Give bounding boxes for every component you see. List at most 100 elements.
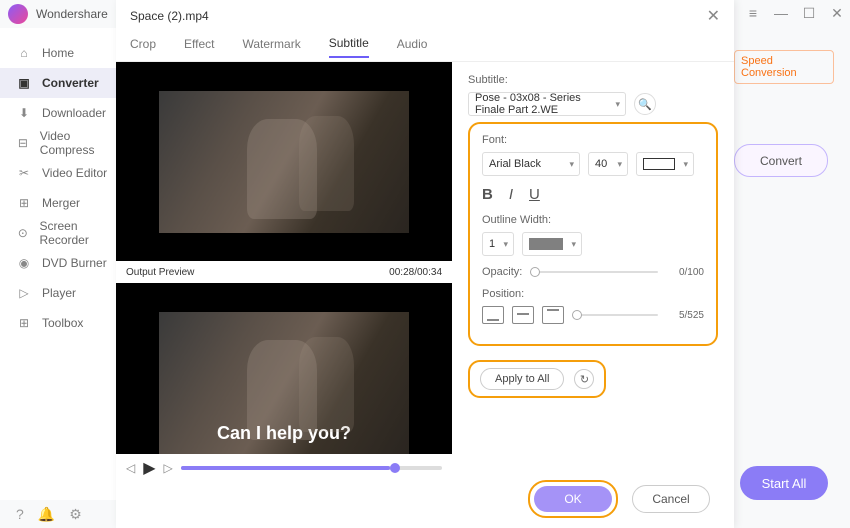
tab-crop[interactable]: Crop [130, 37, 156, 57]
position-middle-icon[interactable] [512, 306, 534, 324]
tab-effect[interactable]: Effect [184, 37, 214, 57]
video-thumbnail [159, 91, 409, 233]
font-color-swatch [643, 158, 675, 170]
sidebar-item-label: Downloader [42, 106, 106, 120]
font-size-select[interactable]: 40 [588, 152, 628, 176]
convert-button[interactable]: Convert [734, 144, 828, 177]
sidebar-item-recorder[interactable]: ⊙Screen Recorder [0, 218, 116, 248]
dvd-icon: ◉ [16, 255, 32, 271]
font-size-value: 40 [595, 158, 607, 170]
outline-width-value: 1 [489, 238, 495, 250]
sidebar-item-player[interactable]: ▷Player [0, 278, 116, 308]
dialog-buttons: OK Cancel [528, 480, 710, 518]
sidebar-item-compress[interactable]: ⊟Video Compress [0, 128, 116, 158]
subtitle-select-value: Pose - 03x08 - Series Finale Part 2.WE [475, 92, 607, 116]
ok-button[interactable]: OK [534, 486, 612, 512]
font-settings-highlight: Font: Arial Black 40 B I U Outline Width… [468, 122, 718, 346]
home-icon: ⌂ [16, 45, 32, 61]
tab-watermark[interactable]: Watermark [242, 37, 300, 57]
gear-icon[interactable]: ⚙ [69, 506, 82, 523]
preview-time: 00:28/00:34 [389, 267, 442, 278]
dialog-tabs: Crop Effect Watermark Subtitle Audio [116, 32, 734, 62]
next-frame-icon[interactable]: ▷ [164, 461, 173, 475]
tab-subtitle[interactable]: Subtitle [329, 36, 369, 58]
help-icon[interactable]: ? [16, 506, 24, 522]
bell-icon[interactable]: 🔔 [38, 506, 55, 523]
sidebar-item-converter[interactable]: ▣ Converter [0, 68, 116, 98]
sidebar-item-label: Player [42, 286, 76, 300]
progress-bar[interactable] [181, 466, 442, 470]
preview-output: Can I help you? [116, 283, 452, 482]
download-icon: ⬇ [16, 105, 32, 121]
compress-icon: ⊟ [16, 135, 30, 151]
cancel-button[interactable]: Cancel [632, 485, 710, 513]
sidebar-item-home[interactable]: ⌂ Home [0, 38, 116, 68]
sidebar-item-editor[interactable]: ✂ Video Editor [0, 158, 116, 188]
tab-audio[interactable]: Audio [397, 37, 428, 57]
sidebar-item-toolbox[interactable]: ⊞Toolbox [0, 308, 116, 338]
brand-text: Wondershare [36, 7, 108, 21]
subtitle-dialog: Space (2).mp4 ✕ Crop Effect Watermark Su… [116, 0, 734, 528]
preview-original [116, 62, 452, 261]
sidebar-item-label: Merger [42, 196, 80, 210]
player-controls: ◁ ▶ ▷ [116, 454, 452, 482]
font-family-value: Arial Black [489, 158, 541, 170]
close-icon[interactable]: ✕ [830, 6, 844, 20]
settings-panel: Subtitle: Pose - 03x08 - Series Finale P… [452, 62, 734, 482]
sidebar-item-label: Home [42, 46, 74, 60]
subtitle-sample-text: Can I help you? [159, 423, 409, 444]
sidebar-item-label: DVD Burner [42, 256, 107, 270]
app-logo [8, 4, 28, 24]
font-style-buttons: B I U [482, 186, 704, 204]
sidebar-item-label: Toolbox [42, 316, 83, 330]
position-slider[interactable] [572, 314, 658, 316]
progress-fill [181, 466, 390, 470]
preview-label: Output Preview [126, 267, 194, 278]
sidebar-item-label: Converter [42, 76, 99, 90]
outline-color-swatch [529, 238, 563, 250]
font-label: Font: [482, 134, 704, 146]
font-family-select[interactable]: Arial Black [482, 152, 580, 176]
prev-frame-icon[interactable]: ◁ [126, 461, 135, 475]
play-button-icon[interactable]: ▶ [143, 458, 155, 478]
progress-thumb[interactable] [390, 463, 400, 473]
outline-color-select[interactable] [522, 232, 582, 256]
preview-column: Output Preview 00:28/00:34 Can I help yo… [116, 62, 452, 482]
apply-all-button[interactable]: Apply to All [480, 368, 564, 390]
sidebar-item-label: Video Editor [42, 166, 107, 180]
bold-button[interactable]: B [482, 186, 493, 204]
position-bottom-icon[interactable] [482, 306, 504, 324]
bottom-icons: ? 🔔 ⚙ [0, 500, 116, 528]
font-color-select[interactable] [636, 152, 694, 176]
start-all-button[interactable]: Start All [740, 466, 828, 500]
dialog-close-icon[interactable]: ✕ [707, 6, 720, 26]
opacity-slider-thumb[interactable] [530, 267, 540, 277]
position-label: Position: [482, 288, 704, 300]
ok-highlight: OK [528, 480, 618, 518]
sidebar-item-dvd[interactable]: ◉ DVD Burner [0, 248, 116, 278]
italic-button[interactable]: I [509, 186, 513, 204]
opacity-slider[interactable] [530, 271, 658, 273]
main-right-panel: Speed Conversion Convert [734, 50, 834, 177]
dialog-title: Space (2).mp4 [130, 9, 209, 23]
speed-conversion-link[interactable]: Speed Conversion [734, 50, 834, 84]
position-value: 5/525 [666, 310, 704, 321]
subtitle-search-icon[interactable]: 🔍 [634, 93, 656, 115]
minimize-icon[interactable]: — [774, 6, 788, 20]
maximize-icon[interactable]: ☐ [802, 6, 816, 20]
window-controls: ≡ — ☐ ✕ [746, 6, 844, 20]
menu-icon[interactable]: ≡ [746, 6, 760, 20]
reset-icon[interactable]: ↻ [574, 369, 594, 389]
convert-icon: ▣ [16, 75, 32, 91]
subtitle-select[interactable]: Pose - 03x08 - Series Finale Part 2.WE [468, 92, 626, 116]
outline-width-select[interactable]: 1 [482, 232, 514, 256]
underline-button[interactable]: U [529, 186, 540, 204]
editor-icon: ✂ [16, 165, 32, 181]
sidebar-item-merger[interactable]: ⊞ Merger [0, 188, 116, 218]
position-slider-thumb[interactable] [572, 310, 582, 320]
position-top-icon[interactable] [542, 306, 564, 324]
dialog-titlebar: Space (2).mp4 ✕ [116, 0, 734, 32]
preview-info-bar: Output Preview 00:28/00:34 [116, 261, 452, 283]
merger-icon: ⊞ [16, 195, 32, 211]
sidebar-item-downloader[interactable]: ⬇ Downloader [0, 98, 116, 128]
